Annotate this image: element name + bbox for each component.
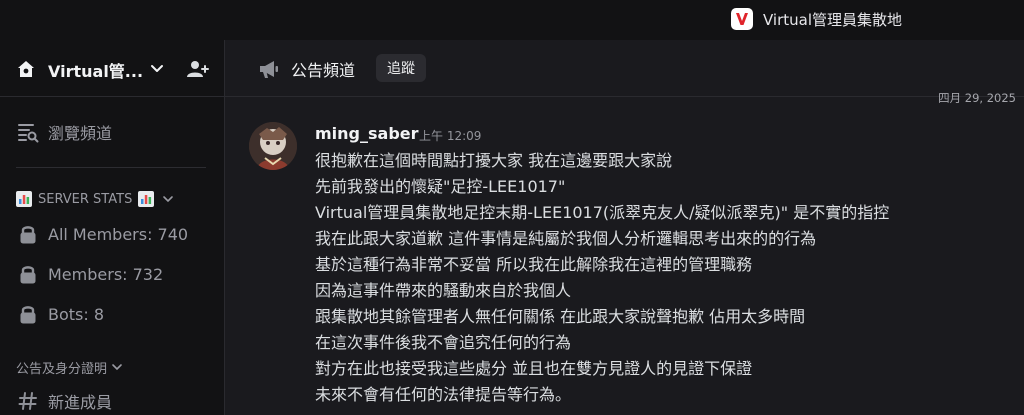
message-author[interactable]: ming_saber bbox=[315, 124, 419, 143]
message-content: 很抱歉在這個時間點打擾大家 我在這邊要跟大家說 先前我發出的懷疑"足控-LEE1… bbox=[315, 148, 1015, 408]
message-line: 在這次事件後我不會追究任何的行為 bbox=[315, 333, 572, 352]
lock-icon bbox=[16, 262, 40, 286]
message-line: 我在此跟大家道歉 這件事情是純屬於我個人分析邏輯思考出來的的行為 bbox=[315, 229, 817, 248]
sidebar-divider bbox=[16, 167, 206, 168]
category-label: SERVER STATS bbox=[38, 191, 133, 207]
sidebar-item-label: Bots: 8 bbox=[48, 304, 105, 324]
category-server-stats[interactable]: SERVER STATS bbox=[16, 189, 174, 209]
channel-header: 公告頻道 追蹤 bbox=[225, 40, 1024, 97]
chevron-down-icon bbox=[112, 364, 122, 371]
sidebar-item-label: All Members: 740 bbox=[48, 224, 189, 244]
message-line: 很抱歉在這個時間點打擾大家 我在這邊要跟大家說 bbox=[315, 151, 673, 170]
sidebar-item-all-members[interactable]: All Members: 740 bbox=[16, 221, 188, 247]
sidebar-item-label: 新進成員 bbox=[48, 393, 113, 412]
browse-channels-label: 瀏覽頻道 bbox=[48, 124, 113, 143]
hash-icon bbox=[16, 389, 40, 413]
browse-channels-icon bbox=[16, 120, 40, 144]
sidebar-item-new-members[interactable]: 新進成員 bbox=[16, 388, 112, 414]
home-icon bbox=[18, 61, 34, 77]
sidebar-item-label: Members: 732 bbox=[48, 264, 164, 284]
sidebar-item-bots[interactable]: Bots: 8 bbox=[16, 301, 104, 327]
server-name[interactable]: Virtual管... bbox=[48, 58, 143, 82]
chevron-down-icon bbox=[163, 196, 174, 203]
message-line: 基於這種行為非常不妥當 所以我在此解除我在這裡的管理職務 bbox=[315, 255, 753, 274]
message-line: 先前我發出的懷疑"足控-LEE1017" bbox=[315, 177, 566, 196]
message-line: 對方在此也接受我這些處分 並且也在雙方見證人的見證下保證 bbox=[315, 359, 753, 378]
title-bar: Virtual管理員集散地 bbox=[0, 0, 1024, 40]
megaphone-icon bbox=[260, 61, 278, 78]
channel-name: 公告頻道 bbox=[291, 61, 356, 80]
chevron-down-icon[interactable] bbox=[149, 60, 165, 76]
message-timestamp: 上午 12:09 bbox=[419, 129, 482, 143]
bar-chart-icon bbox=[138, 191, 155, 207]
lock-icon bbox=[16, 222, 40, 246]
date-separator: 四月 29, 2025 bbox=[938, 91, 1016, 105]
window-title: Virtual管理員集散地 bbox=[763, 10, 903, 29]
channel-sidebar: Virtual管... 瀏覽頻道 SERVER STATS All Member… bbox=[0, 40, 224, 415]
message-line: Virtual管理員集散地足控末期-LEE1017(派翠克友人/疑似派翠克)" … bbox=[315, 203, 890, 222]
avatar[interactable] bbox=[249, 122, 297, 170]
window-title-group: Virtual管理員集散地 bbox=[731, 7, 902, 31]
message-line: 未來不會有任何的法律提告等行為。 bbox=[315, 385, 572, 404]
lock-icon bbox=[16, 302, 40, 326]
sidebar-item-members[interactable]: Members: 732 bbox=[16, 261, 163, 287]
browse-channels-item[interactable]: 瀏覽頻道 bbox=[16, 119, 112, 145]
bar-chart-icon bbox=[16, 191, 32, 207]
follow-button[interactable]: 追蹤 bbox=[376, 54, 426, 82]
message-line: 跟集散地其餘管理者人無任何關係 在此跟大家說聲抱歉 佔用太多時間 bbox=[315, 307, 806, 326]
app-logo-icon bbox=[731, 8, 753, 30]
category-label: 公告及身分證明 bbox=[16, 361, 108, 377]
category-announcements[interactable]: 公告及身分證明 bbox=[16, 357, 123, 377]
server-header[interactable]: Virtual管... bbox=[0, 40, 224, 97]
chat-area: 公告頻道 追蹤 四月 29, 2025 ming_saber 上午 12:09 … bbox=[224, 40, 1024, 415]
invite-people-icon[interactable] bbox=[185, 57, 209, 81]
message-line: 因為這事件帶來的騷動來自於我個人 bbox=[315, 281, 572, 300]
